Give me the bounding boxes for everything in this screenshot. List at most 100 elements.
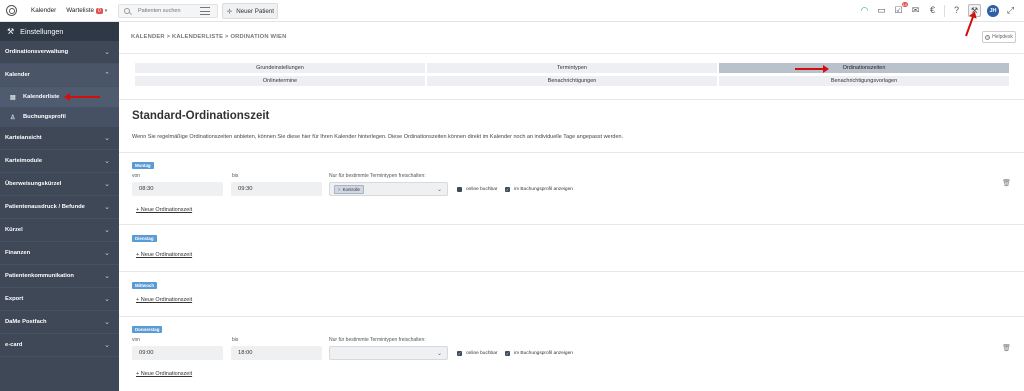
new-slot-link[interactable]: + Neue Ordinationszeit xyxy=(136,252,192,258)
sidebar-item-export[interactable]: Export ⌄ xyxy=(0,288,119,311)
section-description: Wenn Sie regelmäßige Ordinationszeiten a… xyxy=(132,134,624,140)
wrench-icon: ⚒ xyxy=(7,27,15,36)
online-bookable-label: online buchbar xyxy=(466,187,498,192)
sidebar: ⚒ Einstellungen Ordinationsverwaltung ⌄ K… xyxy=(0,22,119,391)
main-content: KALENDER > KALENDERLISTE > ORDINATION WI… xyxy=(119,22,1024,391)
close-icon[interactable]: × xyxy=(338,187,341,192)
sidebar-item-ecard[interactable]: e-card ⌄ xyxy=(0,334,119,357)
sidebar-item-karteiansicht[interactable]: Karteiansicht ⌄ xyxy=(0,127,119,150)
sidebar-item-patientenausdruck[interactable]: Patientenausdruck / Befunde ⌄ xyxy=(0,196,119,219)
sidebar-item-kalender[interactable]: Kalender ⌃ xyxy=(0,64,119,87)
types-label: Nur für bestimmte Termintypen freischalt… xyxy=(329,173,426,179)
sidebar-item-ueberweisungskuerzel[interactable]: Überweisungskürzel ⌄ xyxy=(0,173,119,196)
task-icon[interactable]: ☑ 10 xyxy=(893,2,908,16)
from-time-input[interactable]: 08:30 xyxy=(132,182,223,196)
sidebar-subitem-label: Buchungsprofil xyxy=(23,114,66,120)
tab-benachrichtigungsvorlagen[interactable]: Benachrichtigungsvorlagen xyxy=(718,75,1010,87)
tab-benachrichtigungen[interactable]: Benachrichtigungen xyxy=(426,75,718,87)
waitlist-link[interactable]: Warteliste 0 ▾ xyxy=(66,7,107,14)
user-icon: ♙ xyxy=(10,114,16,121)
search-icon xyxy=(124,8,130,14)
to-label: bis xyxy=(232,173,239,179)
chevron-down-icon: ⌄ xyxy=(436,351,442,357)
booking-profile-label: im Buchungsprofil anzeigen xyxy=(514,187,573,192)
day-block-dienstag: Dienstag + Neue Ordinationszeit xyxy=(119,224,1024,271)
new-slot-link[interactable]: + Neue Ordinationszeit xyxy=(136,371,192,377)
sidebar-item-dame-postfach[interactable]: DaMe Postfach ⌄ xyxy=(0,311,119,334)
chevron-down-icon: ⌄ xyxy=(104,296,110,303)
to-time-input[interactable]: 18:00 xyxy=(231,346,322,360)
sidebar-item-label: Patientenausdruck / Befunde xyxy=(5,204,85,210)
notification-badge: 10 xyxy=(901,2,908,7)
booking-profile-checkbox[interactable]: ✓ im Buchungsprofil anzeigen xyxy=(505,187,573,192)
sidebar-subitem-buchungsprofil[interactable]: ♙ Buchungsprofil xyxy=(0,107,119,127)
sidebar-item-label: Kalender xyxy=(5,72,30,78)
annotation-arrow-tab xyxy=(795,65,829,73)
online-bookable-label: online buchbar xyxy=(466,351,498,356)
termintyp-select[interactable]: × Kontrolle ⌄ xyxy=(329,182,448,196)
chevron-down-icon: ▾ xyxy=(104,8,108,14)
helpdesk-button[interactable]: ? Helpdesk xyxy=(982,31,1016,43)
to-time-input[interactable]: 09:30 xyxy=(231,182,322,196)
termintyp-select[interactable]: ⌄ xyxy=(329,346,448,360)
sidebar-subitem-label: Kalenderliste xyxy=(23,94,60,100)
tab-termintypen[interactable]: Termintypen xyxy=(426,62,718,74)
sidebar-subitem-kalenderliste[interactable]: ▤ Kalenderliste xyxy=(0,87,119,107)
day-badge: Donnerstag xyxy=(132,326,163,333)
new-slot-link[interactable]: + Neue Ordinationszeit xyxy=(136,207,192,213)
top-icons: ◠ ▭ ☑10 ✉ € ? ⚒ JH ⤢ xyxy=(859,2,1016,17)
sidebar-item-label: Kürzel xyxy=(5,227,23,233)
divider xyxy=(944,4,945,17)
list-icon[interactable] xyxy=(200,6,210,16)
from-time-input[interactable]: 09:00 xyxy=(132,346,223,360)
termintyp-chip[interactable]: × Kontrolle xyxy=(334,184,364,194)
online-bookable-checkbox[interactable]: ✓ online buchbar xyxy=(457,351,497,356)
sidebar-item-label: Export xyxy=(5,296,24,302)
from-label: von xyxy=(132,173,141,179)
online-bookable-checkbox[interactable]: online buchbar xyxy=(457,187,497,192)
day-block-donnerstag: Donnerstag von bis Nur für bestimmte Ter… xyxy=(119,316,1024,391)
sidebar-item-label: Karteiansicht xyxy=(5,135,42,141)
section-divider xyxy=(119,99,1024,100)
avatar[interactable]: JH xyxy=(987,4,999,17)
chevron-down-icon: ⌄ xyxy=(104,319,110,326)
calendar-link[interactable]: Kalender xyxy=(31,7,56,14)
sidebar-item-label: Patientenkommunikation xyxy=(5,273,74,279)
wifi-icon[interactable]: ◠ xyxy=(859,5,870,16)
tab-onlinetermine[interactable]: Onlinetermine xyxy=(134,75,426,87)
trash-icon[interactable]: 🗑 xyxy=(1002,344,1011,352)
search-input[interactable] xyxy=(138,8,208,14)
check-icon: ✓ xyxy=(505,187,510,192)
tab-bar: Grundeinstellungen Termintypen Ordinatio… xyxy=(134,62,1010,87)
day-badge: Mittwoch xyxy=(132,282,158,289)
top-bar: Kalender Warteliste0▾ ⊹ Neuer Patient ◠ … xyxy=(0,0,1024,22)
check-icon: ✓ xyxy=(505,351,510,356)
sidebar-item-finanzen[interactable]: Finanzen ⌄ xyxy=(0,242,119,265)
trash-icon[interactable]: 🗑 xyxy=(1002,179,1011,187)
from-label: von xyxy=(132,337,141,343)
tab-grundeinstellungen[interactable]: Grundeinstellungen xyxy=(134,62,426,74)
sidebar-item-kuerzel[interactable]: Kürzel ⌄ xyxy=(0,219,119,242)
add-person-icon: ⊹ xyxy=(227,7,233,15)
booking-profile-checkbox[interactable]: ✓ im Buchungsprofil anzeigen xyxy=(505,351,573,356)
tab-ordinationszeiten[interactable]: Ordinationszeiten xyxy=(718,62,1010,74)
sidebar-item-label: Karteimodule xyxy=(5,158,43,164)
chevron-down-icon: ⌄ xyxy=(104,250,110,257)
mail-icon[interactable]: ✉ xyxy=(910,5,921,16)
video-icon[interactable]: ▭ xyxy=(876,5,887,16)
checkbox-box xyxy=(457,187,462,192)
euro-icon[interactable]: € xyxy=(927,5,938,16)
new-patient-button[interactable]: ⊹ Neuer Patient xyxy=(222,3,278,19)
day-badge: Montag xyxy=(132,162,154,169)
expand-icon[interactable]: ⤢ xyxy=(1005,5,1016,16)
chevron-up-icon: ⌃ xyxy=(104,72,110,79)
sidebar-item-ordinationsverwaltung[interactable]: Ordinationsverwaltung ⌄ xyxy=(0,41,119,64)
chevron-down-icon: ⌄ xyxy=(104,135,110,142)
sidebar-item-karteimodule[interactable]: Karteimodule ⌄ xyxy=(0,150,119,173)
sidebar-item-patientenkommunikation[interactable]: Patientenkommunikation ⌄ xyxy=(0,265,119,288)
types-label: Nur für bestimmte Termintypen freischalt… xyxy=(329,337,426,343)
new-slot-link[interactable]: + Neue Ordinationszeit xyxy=(136,297,192,303)
booking-profile-label: im Buchungsprofil anzeigen xyxy=(514,351,573,356)
help-icon[interactable]: ? xyxy=(951,5,962,16)
app-logo[interactable] xyxy=(0,0,22,22)
